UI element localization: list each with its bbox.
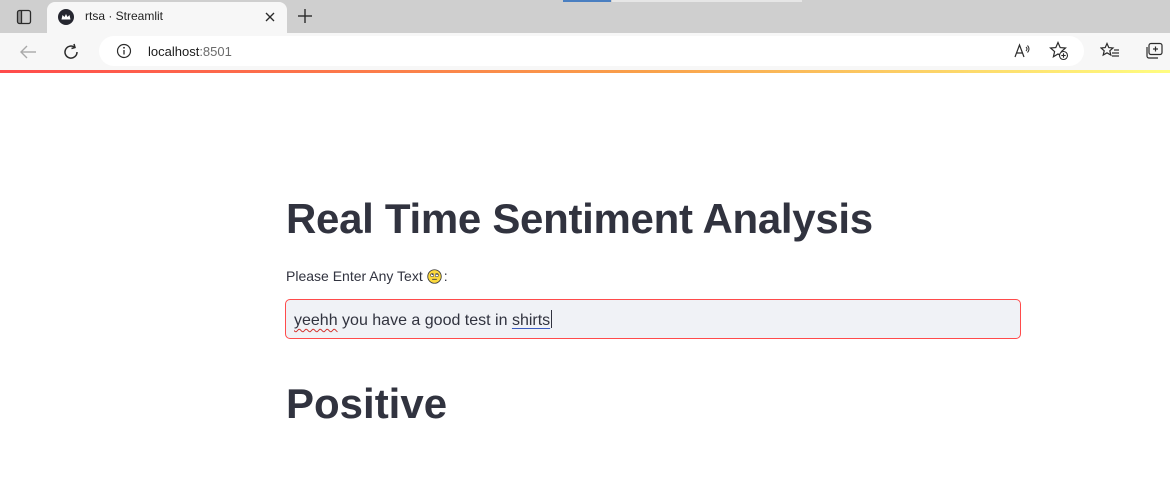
favorites-icon[interactable] <box>1099 40 1121 62</box>
tabstrip-highlight <box>563 0 611 2</box>
info-icon[interactable] <box>116 43 132 59</box>
text-caret <box>551 310 553 328</box>
streamlit-crown-icon <box>58 9 74 25</box>
browser-tab[interactable]: rtsa · Streamlit <box>47 2 287 33</box>
read-aloud-icon[interactable] <box>1012 41 1032 61</box>
input-text-middle: you have a good test in <box>337 312 512 329</box>
tabstrip-highlight-secondary <box>612 0 802 2</box>
text-input[interactable]: yeehh you have a good test in shirts <box>285 299 1021 339</box>
add-favorite-icon[interactable] <box>1049 41 1069 61</box>
plus-icon[interactable] <box>293 5 317 27</box>
tab-title: rtsa · Streamlit <box>85 9 164 23</box>
back-arrow-icon[interactable] <box>15 39 41 65</box>
collections-icon[interactable] <box>1143 40 1165 62</box>
url-port: :8501 <box>199 44 232 59</box>
tab-strip: rtsa · Streamlit <box>0 0 1170 33</box>
refresh-icon[interactable] <box>58 39 84 65</box>
text-input-label: Please Enter Any Text : <box>286 268 448 284</box>
underlined-word: shirts <box>511 312 551 329</box>
browser-toolbar: localhost:8501 <box>0 33 1170 70</box>
url-text: localhost:8501 <box>148 44 232 59</box>
text-input-value[interactable]: yeehh you have a good test in shirts <box>294 310 553 330</box>
url-host: localhost <box>148 44 200 59</box>
streamlit-decoration-bar <box>0 70 1170 73</box>
misspelled-word: yeehh <box>294 312 338 329</box>
address-bar[interactable]: localhost:8501 <box>99 36 1084 66</box>
face-with-rolling-eyes-icon <box>427 268 442 284</box>
tab-actions-icon[interactable] <box>9 6 39 28</box>
sentiment-result: Positive <box>286 380 448 427</box>
text-input-label-text: Please Enter Any Text <box>286 268 423 284</box>
page-title: Real Time Sentiment Analysis <box>286 195 873 242</box>
text-input-label-suffix: : <box>443 268 448 284</box>
close-icon[interactable] <box>261 8 279 26</box>
